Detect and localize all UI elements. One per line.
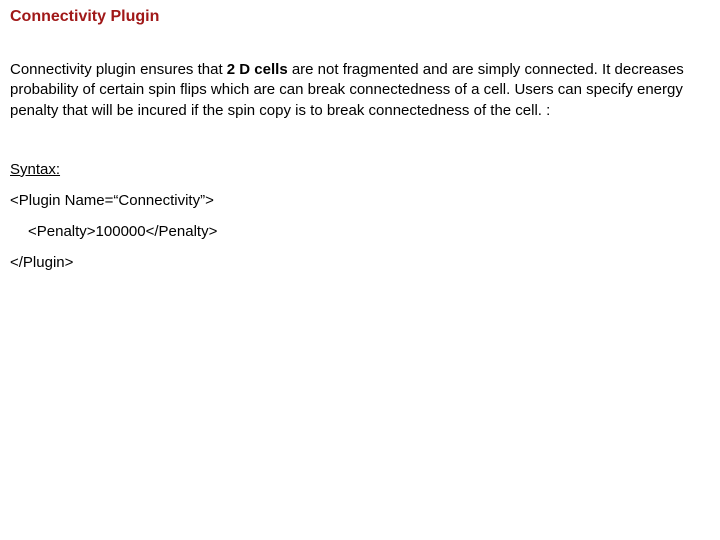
desc-before-bold: Connectivity plugin ensures that <box>10 61 227 78</box>
code-penalty-line: <Penalty>100000</Penalty> <box>10 223 710 240</box>
code-plugin-close: </Plugin> <box>10 254 710 271</box>
page-title: Connectivity Plugin <box>10 8 710 26</box>
document-page: Connectivity Plugin Connectivity plugin … <box>0 0 720 295</box>
syntax-label: Syntax: <box>10 161 710 178</box>
code-plugin-open: <Plugin Name=“Connectivity”> <box>10 192 710 209</box>
description-paragraph: Connectivity plugin ensures that 2 D cel… <box>10 60 710 121</box>
desc-bold: 2 D cells <box>227 61 288 78</box>
